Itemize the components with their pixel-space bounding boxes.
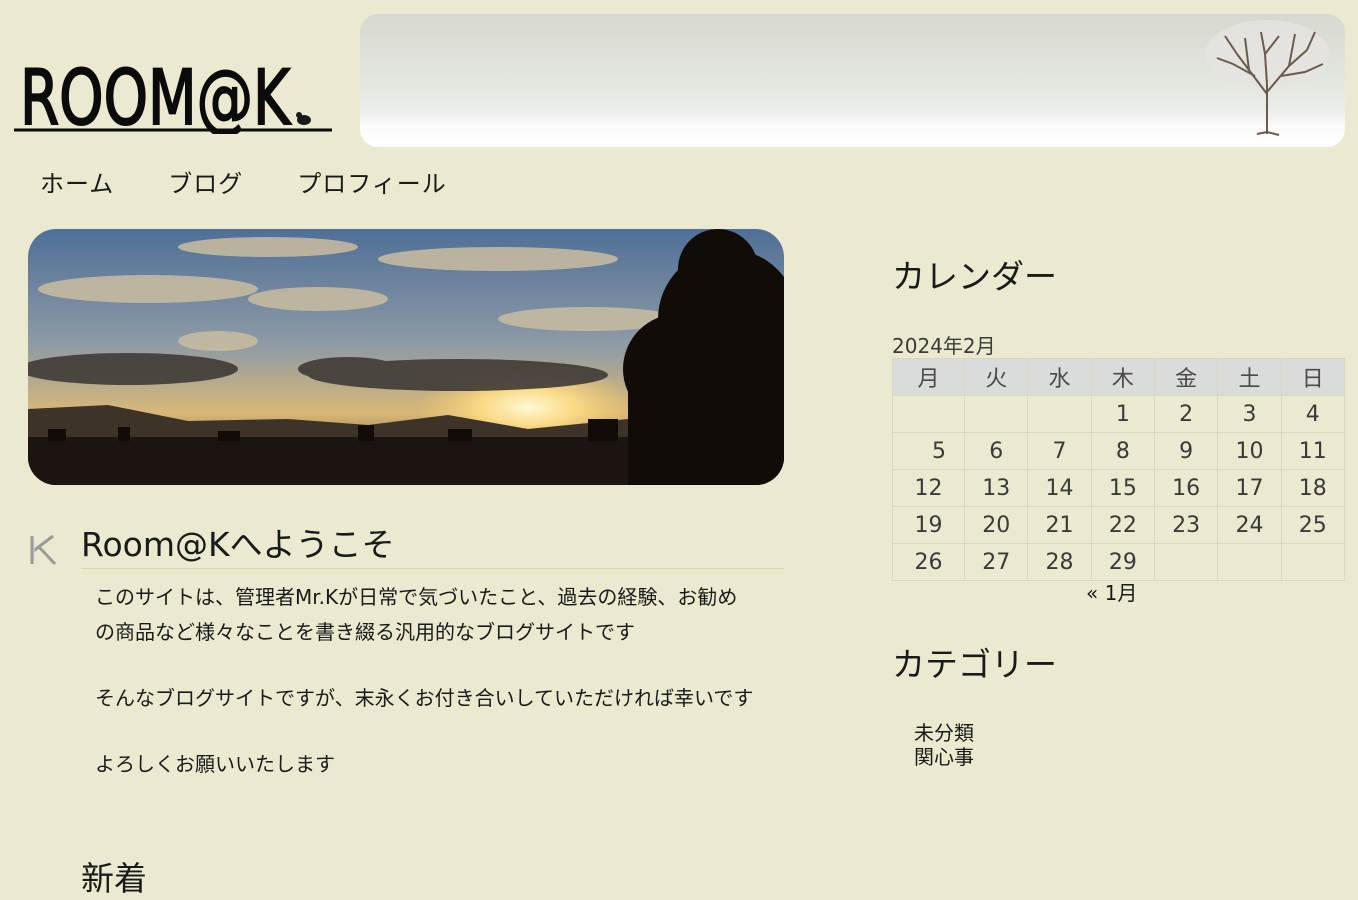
post-title[interactable]: Room@Kへようこそ bbox=[81, 518, 395, 566]
calendar-day: 25 bbox=[1280, 506, 1346, 544]
calendar-day bbox=[964, 395, 1029, 433]
nav-profile[interactable]: プロフィール bbox=[297, 164, 447, 199]
calendar-day: 7 bbox=[1027, 432, 1092, 470]
calendar-day bbox=[891, 395, 966, 433]
calendar-week: 1 2 3 4 bbox=[891, 395, 1346, 433]
header-banner bbox=[360, 14, 1345, 147]
post-paragraph: このサイトは、管理者Mr.Kが日常で気づいたこと、過去の経験、お勧めの商品など様… bbox=[95, 585, 738, 644]
k-icon bbox=[30, 534, 57, 566]
calendar-day: 12 bbox=[891, 469, 966, 507]
calendar-week: 26 27 28 29 bbox=[891, 543, 1346, 581]
calendar-week: 12 13 14 15 16 17 18 bbox=[891, 469, 1346, 507]
category-item: 未分類 bbox=[914, 721, 974, 745]
calendar-day: 6 bbox=[964, 432, 1029, 470]
tree-illustration bbox=[1205, 20, 1329, 136]
calendar-day bbox=[1153, 543, 1219, 581]
nav-home[interactable]: ホーム bbox=[40, 164, 114, 199]
calendar-day: 23 bbox=[1153, 506, 1219, 544]
post-title-2[interactable]: 新着 bbox=[81, 852, 147, 900]
calendar-widget-title: カレンダー bbox=[892, 257, 1057, 296]
calendar-day: 22 bbox=[1090, 506, 1155, 544]
calendar-day: 18 bbox=[1280, 469, 1346, 507]
calendar-day: 13 bbox=[964, 469, 1029, 507]
calendar-day: 4 bbox=[1280, 395, 1346, 433]
svg-text:ROOM@K: ROOM@K bbox=[20, 53, 292, 134]
sidebar: カレンダー 2024年2月 月 火 水 木 金 土 日 1 2 3 4 5 6 … bbox=[891, 250, 1346, 769]
calendar-caption: 2024年2月 bbox=[892, 334, 996, 358]
weekday-tue: 火 bbox=[964, 358, 1029, 396]
hero-sunset-image bbox=[28, 229, 784, 485]
calendar-day bbox=[1217, 543, 1282, 581]
weekday-thu: 木 bbox=[1090, 358, 1155, 396]
calendar-prev-month-link[interactable]: « 1月 bbox=[1086, 577, 1137, 606]
calendar-day: 11 bbox=[1280, 432, 1346, 470]
calendar-day: 17 bbox=[1217, 469, 1282, 507]
category-link-uncategorized[interactable]: 未分類 bbox=[914, 721, 974, 745]
categories-widget-title: カテゴリー bbox=[892, 645, 1057, 684]
post-paragraph: そんなブログサイトですが、末永くお付き合いしていただければ幸いです bbox=[95, 686, 754, 710]
category-list: 未分類 関心事 bbox=[914, 721, 974, 769]
weekday-sat: 土 bbox=[1217, 358, 1282, 396]
category-link-interests[interactable]: 関心事 bbox=[914, 745, 974, 769]
weekday-fri: 金 bbox=[1153, 358, 1219, 396]
calendar-day: 2 bbox=[1153, 395, 1219, 433]
nav-blog[interactable]: ブログ bbox=[168, 164, 243, 199]
calendar-day: 24 bbox=[1217, 506, 1282, 544]
weekday-wed: 水 bbox=[1027, 358, 1092, 396]
calendar-day: 20 bbox=[964, 506, 1029, 544]
calendar-day: 29 bbox=[1090, 543, 1155, 581]
calendar-day: 26 bbox=[891, 543, 966, 581]
calendar-day: 1 bbox=[1090, 395, 1155, 433]
calendar-day: 19 bbox=[891, 506, 966, 544]
weekday-mon: 月 bbox=[891, 358, 966, 396]
calendar-day bbox=[1027, 395, 1092, 433]
calendar-day: 3 bbox=[1217, 395, 1282, 433]
calendar-day: 9 bbox=[1153, 432, 1219, 470]
calendar-day: 16 bbox=[1153, 469, 1219, 507]
calendar-day: 14 bbox=[1027, 469, 1092, 507]
calendar-table: 月 火 水 木 金 土 日 1 2 3 4 5 6 7 8 9 10 11 12… bbox=[891, 358, 1346, 581]
calendar-week: 5 6 7 8 9 10 11 bbox=[891, 432, 1346, 470]
calendar-day bbox=[1280, 543, 1346, 581]
weekday-sun: 日 bbox=[1280, 358, 1346, 396]
calendar-day: 15 bbox=[1090, 469, 1155, 507]
main-nav: ホーム ブログ プロフィール bbox=[40, 164, 501, 199]
calendar-day: 10 bbox=[1217, 432, 1282, 470]
calendar-day: 27 bbox=[964, 543, 1029, 581]
post-body: このサイトは、管理者Mr.Kが日常で気づいたこと、過去の経験、お勧めの商品など様… bbox=[95, 580, 755, 813]
calendar-week: 19 20 21 22 23 24 25 bbox=[891, 506, 1346, 544]
calendar-day: 28 bbox=[1027, 543, 1092, 581]
calendar-day: 5 bbox=[891, 432, 966, 470]
calendar-day: 8 bbox=[1090, 432, 1155, 470]
calendar-day: 21 bbox=[1027, 506, 1092, 544]
site-logo[interactable]: ROOM@K bbox=[14, 44, 334, 134]
post-divider bbox=[81, 568, 784, 569]
category-item: 関心事 bbox=[914, 745, 974, 769]
post-paragraph: よろしくお願いいたします bbox=[95, 752, 335, 776]
